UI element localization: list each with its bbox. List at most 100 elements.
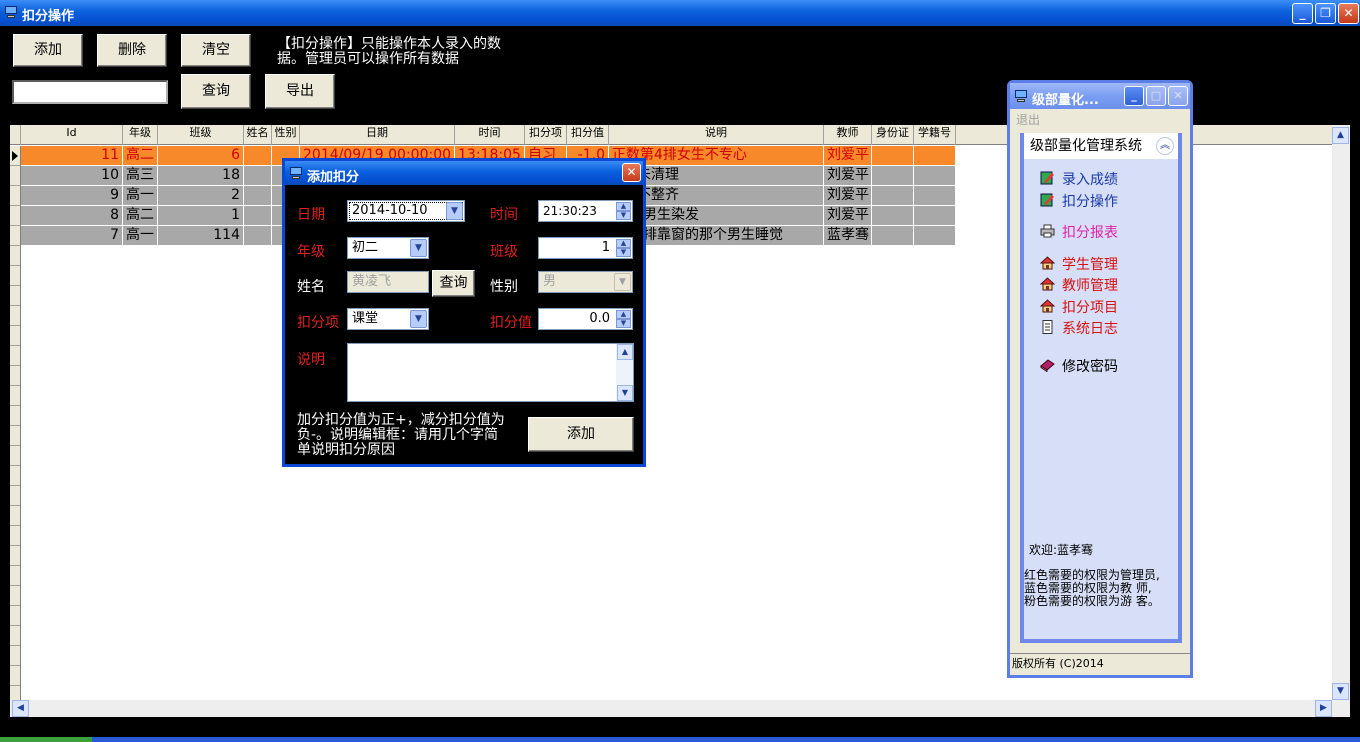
- name-label: 姓名: [297, 279, 325, 295]
- spin-down-icon[interactable]: ▼: [616, 211, 631, 220]
- name-query-button[interactable]: 查询: [432, 270, 475, 297]
- desc-label: 说明: [297, 352, 325, 368]
- class-stepper[interactable]: 1 ▲ ▼: [538, 237, 633, 259]
- spin-up-icon[interactable]: ▲: [616, 310, 631, 319]
- col-header-idcard[interactable]: 身份证: [872, 125, 914, 145]
- col-header-teacher[interactable]: 教师: [824, 125, 872, 145]
- dialog-close-button[interactable]: ✕: [622, 163, 641, 182]
- row-indicator[interactable]: [10, 206, 21, 226]
- chevron-down-icon[interactable]: ▼: [410, 310, 427, 328]
- book-icon: [1040, 359, 1055, 372]
- group-title: 级部量化管理系统: [1030, 138, 1142, 154]
- collapse-icon[interactable]: ︽: [1156, 137, 1174, 155]
- row-indicator[interactable]: [10, 146, 21, 166]
- query-button[interactable]: 查询: [181, 74, 251, 109]
- col-header-id[interactable]: Id: [21, 125, 123, 145]
- home-icon: [1040, 299, 1055, 313]
- panel-title: 级部量化...: [1032, 93, 1099, 108]
- grade-label: 年级: [297, 244, 325, 260]
- panel-titlebar[interactable]: 级部量化... _ □ ✕: [1010, 83, 1190, 109]
- add-button[interactable]: 添加: [12, 33, 84, 68]
- edit-icon: [1040, 193, 1054, 207]
- dialog-app-icon: [289, 167, 303, 179]
- class-label: 班级: [490, 244, 518, 260]
- window-title: 扣分操作: [22, 9, 75, 24]
- gender-label: 性别: [490, 279, 518, 295]
- spin-up-icon[interactable]: ▲: [616, 202, 631, 211]
- time-input[interactable]: 21:30:23 ▲ ▼: [538, 200, 633, 222]
- col-header-date[interactable]: 日期: [300, 125, 455, 145]
- col-header-item[interactable]: 扣分项: [525, 125, 567, 145]
- scroll-down-button[interactable]: ▼: [1332, 683, 1349, 700]
- spin-up-icon[interactable]: ▲: [616, 239, 631, 248]
- name-field: 黄凌飞: [347, 271, 429, 293]
- item-label: 扣分项: [297, 315, 339, 331]
- dialog-hint: 加分扣分值为正+，减分扣分值为 负-。说明编辑框：请用几个字简 单说明扣分原因: [297, 412, 505, 458]
- row-indicator[interactable]: [10, 166, 21, 186]
- chevron-down-icon[interactable]: ▼: [446, 202, 463, 220]
- panel-maximize-button: □: [1146, 86, 1166, 106]
- home-icon: [1040, 277, 1055, 291]
- search-input[interactable]: [12, 80, 168, 104]
- panel-menubar: 退出: [1010, 109, 1190, 129]
- item-select[interactable]: 课堂 ▼: [347, 308, 429, 330]
- dialog-titlebar[interactable]: 添加扣分 ✕: [285, 161, 643, 185]
- group-header[interactable]: 级部量化管理系统 ︽: [1024, 133, 1178, 159]
- vertical-scrollbar[interactable]: ▲ ▼: [1332, 125, 1350, 700]
- spin-down-icon[interactable]: ▼: [616, 248, 631, 257]
- spin-down-icon[interactable]: ▼: [616, 319, 631, 328]
- desc-textarea[interactable]: ▲ ▼: [347, 343, 634, 402]
- time-label: 时间: [490, 207, 518, 223]
- main-titlebar[interactable]: 扣分操作 _ ❐ ✕: [0, 0, 1360, 26]
- welcome-text: 欢迎:蓝孝骞: [1029, 543, 1094, 557]
- value-stepper[interactable]: 0.0 ▲ ▼: [538, 308, 633, 330]
- scroll-down-button[interactable]: ▼: [617, 385, 633, 401]
- grade-select[interactable]: 初二 ▼: [347, 237, 429, 259]
- export-button[interactable]: 导出: [265, 74, 335, 109]
- row-indicator[interactable]: [10, 186, 21, 206]
- col-header-class[interactable]: 班级: [158, 125, 244, 145]
- minimize-button[interactable]: _: [1292, 3, 1313, 24]
- panel-body: 级部量化管理系统 ︽ 录入成绩 扣分操作 扣分报表 学生管理 教师管理 扣分项目…: [1020, 133, 1182, 643]
- col-header-time[interactable]: 时间: [455, 125, 525, 145]
- document-icon: [1042, 320, 1053, 334]
- close-button[interactable]: ✕: [1338, 3, 1359, 24]
- delete-button[interactable]: 删除: [97, 34, 167, 67]
- add-deduction-dialog[interactable]: 添加扣分 ✕ 日期 2014-10-10 ▼ 时间 21:30:23 ▲ ▼ 年…: [282, 158, 646, 467]
- date-picker[interactable]: 2014-10-10 ▼: [347, 200, 465, 222]
- restore-button[interactable]: ❐: [1315, 3, 1336, 24]
- start-button[interactable]: [0, 737, 92, 742]
- col-header-desc[interactable]: 说明: [609, 125, 824, 145]
- scroll-left-button[interactable]: ◀: [12, 700, 29, 717]
- app-icon: [4, 6, 18, 18]
- permission-legend: 红色需要的权限为管理员, 蓝色需要的权限为教 师, 粉色需要的权限为游 客。: [1024, 568, 1160, 608]
- dialog-add-button[interactable]: 添加: [528, 417, 634, 452]
- taskbar: [0, 737, 1360, 742]
- menu-exit[interactable]: 退出: [1016, 111, 1040, 128]
- col-header-grade[interactable]: 年级: [123, 125, 158, 145]
- panel-app-icon: [1014, 90, 1028, 102]
- col-header-gender[interactable]: 性别: [272, 125, 300, 145]
- permission-notice: 【扣分操作】只能操作本人录入的数 据。管理员可以操作所有数据: [277, 36, 501, 67]
- date-label: 日期: [297, 207, 325, 223]
- scroll-up-button[interactable]: ▲: [1332, 127, 1349, 144]
- gender-select: 男 ▼: [538, 271, 633, 293]
- clear-button[interactable]: 清空: [181, 34, 251, 67]
- col-header-value[interactable]: 扣分值: [567, 125, 609, 145]
- col-header-studentno[interactable]: 学籍号: [914, 125, 956, 145]
- home-icon: [1040, 256, 1055, 270]
- scroll-right-button[interactable]: ▶: [1315, 700, 1332, 717]
- horizontal-scrollbar[interactable]: ◀ ▶: [10, 700, 1350, 717]
- panel-close-button: ✕: [1168, 86, 1188, 106]
- printer-icon: [1040, 224, 1055, 238]
- chevron-down-icon[interactable]: ▼: [410, 239, 427, 257]
- row-indicator-column: [10, 246, 21, 700]
- panel-minimize-button[interactable]: _: [1124, 86, 1144, 106]
- row-indicator[interactable]: [10, 226, 21, 246]
- value-label: 扣分值: [490, 315, 532, 331]
- edit-icon: [1040, 171, 1054, 185]
- col-header-name[interactable]: 姓名: [244, 125, 272, 145]
- nav-panel[interactable]: 级部量化... _ □ ✕ 退出 级部量化管理系统 ︽ 录入成绩 扣分操作 扣分…: [1007, 80, 1193, 678]
- scroll-up-button[interactable]: ▲: [617, 344, 633, 360]
- copyright-footer: 版权所有 (C)2014: [1010, 653, 1190, 675]
